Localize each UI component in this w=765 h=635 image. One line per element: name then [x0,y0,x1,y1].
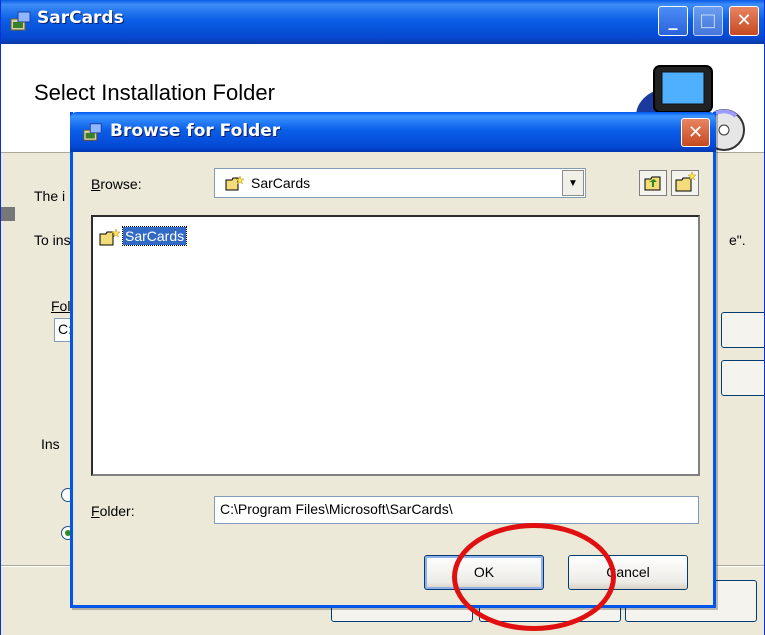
folder-label-text: older: [99,503,135,519]
installer-app-icon [10,11,31,31]
up-folder-icon [644,176,661,191]
browse-close-button[interactable]: ✕ [681,118,710,147]
browse-dialog-titlebar[interactable]: Browse for Folder ✕ [70,112,716,152]
folder-label: Folder: [91,503,135,519]
background-install-label: Ins [41,436,60,452]
installer-titlebar[interactable]: SarCards _ □ ✕ [1,0,764,44]
folder-tree[interactable]: SarCards [91,215,700,476]
up-one-level-button[interactable] [639,170,667,196]
tree-item-label[interactable]: SarCards [121,226,188,246]
create-new-folder-button[interactable] [671,170,699,196]
folder-path-input[interactable]: C:\Program Files\Microsoft\SarCards\ [214,496,699,524]
background-disk-cost-button[interactable] [721,360,764,396]
ok-button[interactable]: OK [424,555,544,590]
maximize-button[interactable]: □ [693,6,723,36]
minimize-button[interactable]: _ [658,6,688,36]
browse-dialog-title: Browse for Folder [110,121,281,141]
browse-dialog-icon [83,123,102,141]
close-button[interactable]: ✕ [729,6,759,36]
background-folder-label: Fol [51,298,71,314]
background-text-line-2: To ins [34,232,71,248]
page-title: Select Installation Folder [34,80,275,105]
background-text-line-1: The i [34,188,66,204]
browse-location-value: SarCards [251,175,311,191]
installer-title: SarCards [37,8,124,28]
browse-label: Browse: [91,176,142,192]
browse-location-dropdown[interactable]: SarCards ▼ [214,168,586,198]
new-folder-icon [225,175,245,191]
background-fragment [1,207,15,221]
cancel-button[interactable]: Cancel [568,555,688,590]
create-folder-icon [675,171,697,192]
browse-label-text: rowse: [100,176,142,192]
background-browse-button[interactable] [721,312,764,348]
browse-for-folder-dialog: Browse for Folder ✕ Browse: SarCards ▼ S… [70,112,716,608]
background-text-line-2-end: e". [729,232,746,248]
folder-label-mnemonic: F [91,503,100,519]
new-folder-icon [99,228,121,246]
browse-label-mnemonic: B [91,176,101,192]
chevron-down-icon[interactable]: ▼ [562,170,584,196]
